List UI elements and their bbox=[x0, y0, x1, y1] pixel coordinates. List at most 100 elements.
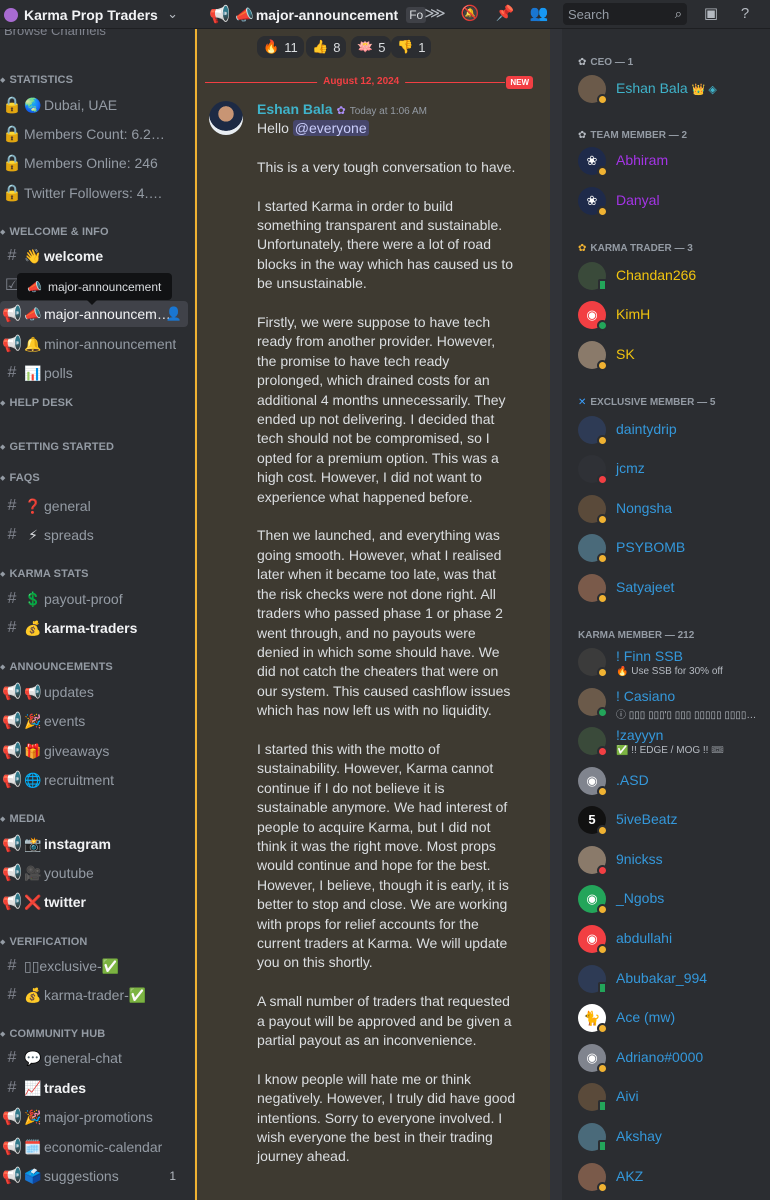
member-item[interactable]: Eshan Bala 👑 ◈ bbox=[578, 75, 766, 107]
member-item[interactable]: Nongsha bbox=[578, 495, 766, 527]
channel-item[interactable]: # 📈 trades bbox=[0, 1075, 188, 1101]
member-item[interactable]: ◉ KimH bbox=[578, 301, 766, 333]
pin-icon[interactable]: 📌 bbox=[494, 4, 516, 24]
chevron-icon: ◆ bbox=[0, 571, 6, 578]
search-input[interactable] bbox=[563, 3, 687, 25]
channel-item[interactable]: 📢 🗳️ suggestions 1 bbox=[0, 1163, 188, 1189]
channel-item[interactable]: # 💰 karma-traders bbox=[0, 615, 188, 641]
category-name: STATISTICS bbox=[9, 74, 74, 86]
reaction-thumbs-up[interactable]: 👍 8 bbox=[306, 36, 347, 58]
channel-label: economic-calendar bbox=[44, 1139, 163, 1155]
category-header[interactable]: ◆ KARMA STATS bbox=[0, 568, 89, 580]
member-item[interactable]: ◉ abdullahi bbox=[578, 925, 766, 957]
member-item[interactable]: Abubakar_994 bbox=[578, 965, 766, 997]
member-item[interactable]: 🐈 Ace (mw) bbox=[578, 1004, 766, 1036]
member-item[interactable]: 9nickss bbox=[578, 846, 766, 878]
member-item[interactable]: !zayyyn ✅ !! EDGE / MOG !! 🎟 bbox=[578, 727, 766, 759]
category-header[interactable]: ◆ VERIFICATION bbox=[0, 936, 87, 948]
member-item[interactable]: ◉ _Ngobs bbox=[578, 885, 766, 917]
member-item[interactable]: ◉ .ASD bbox=[578, 767, 766, 799]
member-item[interactable]: ! Casiano ⓘ ▯▯▯ ▯▯▯'▯ ▯▯▯ ▯▯▯▯▯ ▯▯▯▯… bbox=[578, 688, 766, 721]
chevron-down-icon[interactable]: ⌄ bbox=[167, 6, 178, 22]
member-name: PSYBOMB bbox=[616, 539, 685, 555]
channel-item[interactable]: 📢 ❌ twitter bbox=[0, 889, 188, 915]
category-header[interactable]: ◆ COMMUNITY HUB bbox=[0, 1028, 105, 1040]
channel-item[interactable]: 📢 🎥 youtube bbox=[0, 860, 188, 886]
member-name-text: 5iveBeatz bbox=[616, 811, 678, 827]
role-icon: ✿ bbox=[336, 105, 346, 117]
member-name: Satyajeet bbox=[616, 579, 674, 595]
channel-item[interactable]: # 💰 karma-trader-✅ bbox=[0, 982, 188, 1008]
author-avatar[interactable] bbox=[209, 101, 243, 135]
member-item[interactable]: PSYBOMB bbox=[578, 534, 766, 566]
category-header[interactable]: ◆ MEDIA bbox=[0, 813, 45, 825]
member-name-text: Danyal bbox=[616, 192, 660, 208]
role-group-title: KARMA MEMBER — 212 bbox=[578, 630, 695, 641]
channel-item[interactable]: 📢 📸 instagram bbox=[0, 831, 188, 857]
browse-channels[interactable]: Browse Channels bbox=[4, 29, 106, 38]
channel-item[interactable]: 📢 🗓️ economic-calendar bbox=[0, 1134, 188, 1160]
category-header[interactable]: ◆ WELCOME & INFO bbox=[0, 226, 109, 238]
help-icon[interactable]: ? bbox=[734, 4, 756, 24]
member-item[interactable]: daintydrip bbox=[578, 416, 766, 448]
status-idle-icon bbox=[597, 166, 608, 177]
message-paragraph: I started Karma in order to build someth… bbox=[257, 197, 514, 292]
member-item[interactable]: ! Finn SSB 🔥 Use SSB for 30% off bbox=[578, 648, 766, 680]
category-header[interactable]: ◆ ANNOUNCEMENTS bbox=[0, 661, 113, 673]
category-header[interactable]: ◆ FAQS bbox=[0, 472, 40, 484]
channel-item[interactable]: 🔒 Members Online: 246 bbox=[0, 150, 188, 176]
channel-emoji: 💰 bbox=[24, 619, 42, 636]
category-header[interactable]: ◆ HELP DESK bbox=[0, 397, 73, 409]
member-item[interactable]: SK bbox=[578, 341, 766, 373]
search-box[interactable]: ⌕ bbox=[563, 3, 687, 25]
member-name-text: SK bbox=[616, 346, 635, 362]
channel-emoji: 💰 bbox=[24, 986, 42, 1003]
category-header[interactable]: ◆ STATISTICS bbox=[0, 74, 73, 86]
member-name: daintydrip bbox=[616, 421, 677, 437]
member-item[interactable]: Akshay bbox=[578, 1123, 766, 1155]
mute-bell-icon[interactable]: 🔕 bbox=[459, 4, 481, 24]
inbox-icon[interactable]: ▣ bbox=[700, 4, 722, 24]
invite-icon[interactable]: 👤 bbox=[166, 306, 182, 322]
member-item[interactable]: ❀ Abhiram bbox=[578, 147, 766, 179]
author-name[interactable]: Eshan Bala bbox=[257, 101, 332, 117]
member-list-icon[interactable]: 👥 bbox=[528, 4, 550, 24]
channel-item[interactable]: 🔒 🌏 Dubai, UAE bbox=[0, 92, 188, 118]
channel-item[interactable]: # 👋 welcome bbox=[0, 243, 188, 269]
server-header[interactable]: Karma Prop Traders ⌄ bbox=[0, 0, 194, 29]
member-item[interactable]: AKZ bbox=[578, 1163, 766, 1195]
channel-item[interactable]: 🔒 Members Count: 6.24K bbox=[0, 121, 188, 147]
text-channel-icon: # bbox=[7, 247, 17, 264]
threads-icon[interactable]: ⋙ bbox=[424, 4, 446, 24]
member-item[interactable]: ❀ Danyal bbox=[578, 187, 766, 219]
reaction-thumbs-down[interactable]: 👎 1 bbox=[391, 36, 432, 58]
channel-item[interactable]: 📢 🎁 giveaways bbox=[0, 738, 188, 764]
channel-item[interactable]: 📢 🎉 events bbox=[0, 708, 188, 734]
channel-item[interactable]: # ▯▯exclusive-✅ bbox=[0, 953, 188, 979]
channel-item[interactable]: # 💲 payout-proof bbox=[0, 586, 188, 612]
channel-label: giveaways bbox=[44, 743, 110, 759]
member-item[interactable]: ◉ Adriano#0000 bbox=[578, 1044, 766, 1076]
member-item[interactable]: Chandan266 bbox=[578, 262, 766, 294]
channel-label: polls bbox=[44, 365, 73, 381]
member-item[interactable]: Satyajeet bbox=[578, 574, 766, 606]
channel-emoji: 📢 bbox=[24, 683, 42, 700]
member-item[interactable]: jcmz bbox=[578, 455, 766, 487]
channel-item[interactable]: 🔒 Twitter Followers: 4.89K bbox=[0, 180, 188, 206]
channel-item[interactable]: 📢 🔔 minor-announcement bbox=[0, 331, 188, 357]
channel-item[interactable]: 📢 🌐 recruitment bbox=[0, 767, 188, 793]
mention-everyone[interactable]: @everyone bbox=[292, 120, 369, 136]
reaction-lotus[interactable]: 🪷 5 bbox=[351, 36, 392, 58]
channel-label: Members Count: 6.24K bbox=[24, 126, 166, 142]
channel-item[interactable]: # ⚡ spreads bbox=[0, 522, 188, 548]
channel-item[interactable]: 📢 📢 updates bbox=[0, 679, 188, 705]
channel-item[interactable]: # 📊 polls bbox=[0, 360, 188, 386]
reaction-fire[interactable]: 🔥 11 bbox=[257, 36, 304, 58]
member-name-text: Adriano#0000 bbox=[616, 1049, 704, 1065]
channel-item[interactable]: 📢 🎉 major-promotions bbox=[0, 1104, 188, 1130]
category-header[interactable]: ◆ GETTING STARTED bbox=[0, 441, 114, 453]
channel-item[interactable]: # ❓ general bbox=[0, 493, 188, 519]
member-item[interactable]: 5 5iveBeatz bbox=[578, 806, 766, 838]
channel-item[interactable]: # 💬 general-chat bbox=[0, 1045, 188, 1071]
member-item[interactable]: Aivi bbox=[578, 1083, 766, 1115]
